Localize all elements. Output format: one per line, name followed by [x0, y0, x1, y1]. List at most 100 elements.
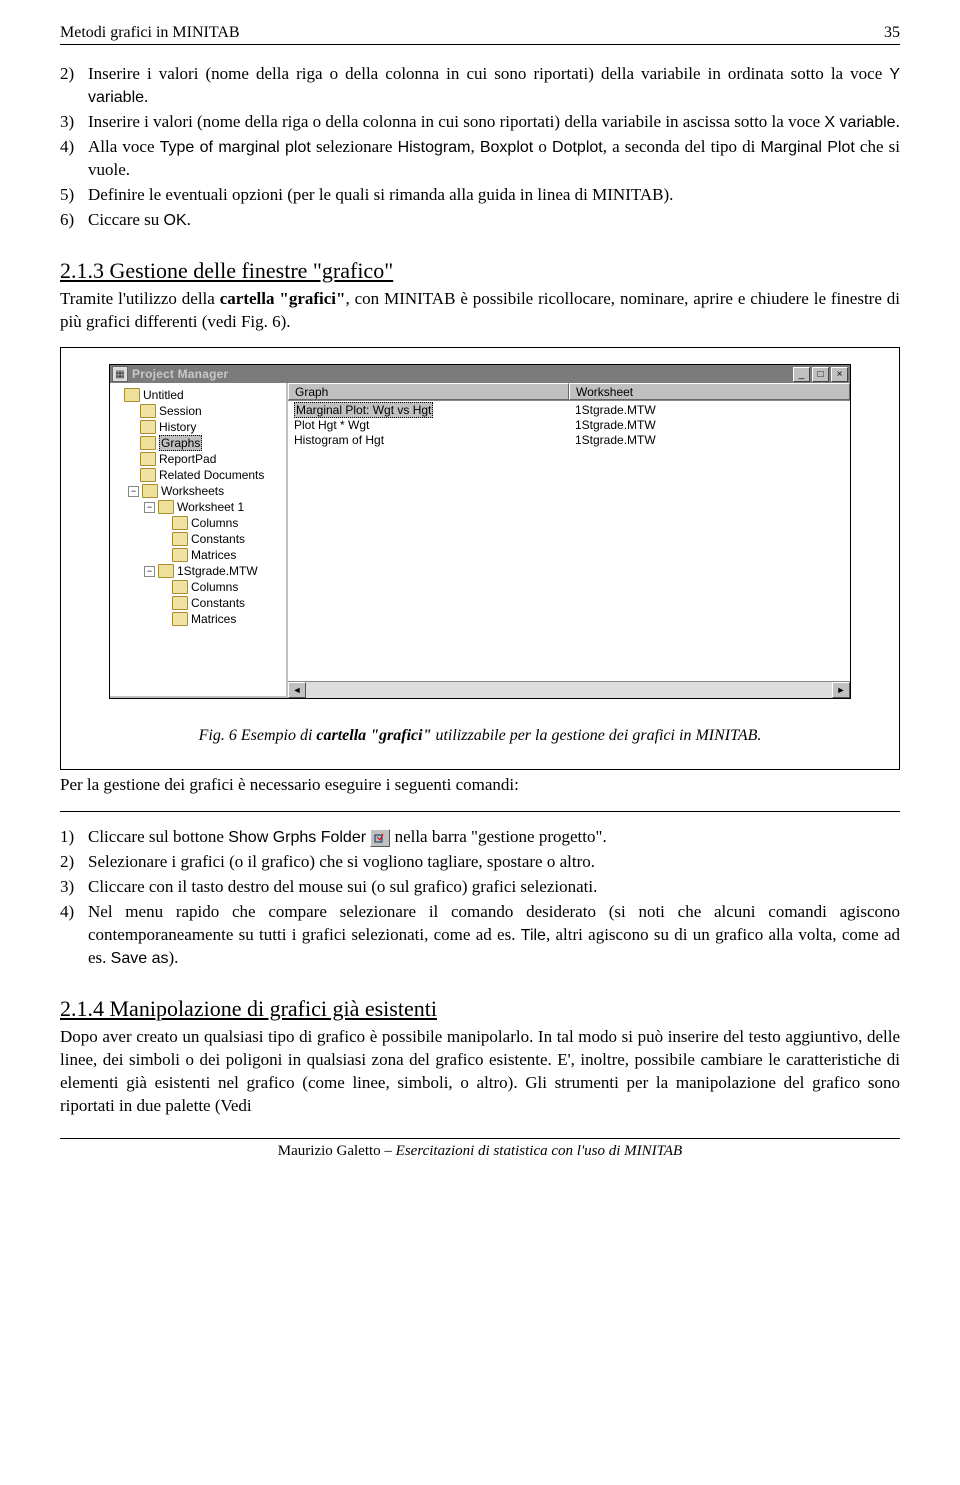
tree-label: Columns [191, 516, 238, 530]
folder-icon [140, 452, 156, 466]
list1-item-3: Inserire i valori (nome della riga o del… [88, 111, 900, 134]
folder-icon [140, 420, 156, 434]
tree-item[interactable]: Matrices [112, 611, 284, 627]
tree-label: ReportPad [159, 452, 216, 466]
show-graphs-folder-icon[interactable] [370, 829, 390, 847]
tree-label: Columns [191, 580, 238, 594]
tree-label: Constants [191, 596, 245, 610]
list1-item-2: Inserire i valori (nome della riga o del… [88, 63, 900, 109]
tree-item[interactable]: Session [112, 403, 284, 419]
graph-name: Marginal Plot: Wgt vs Hgt [294, 402, 433, 418]
section-214-title: 2.1.4 Manipolazione di grafici già esist… [60, 996, 900, 1022]
scroll-right-button[interactable]: ► [832, 682, 850, 698]
tree-label: Session [159, 404, 202, 418]
tree-item[interactable]: Columns [112, 515, 284, 531]
tree-label: Untitled [143, 388, 184, 402]
tree-label: 1Stgrade.MTW [177, 564, 258, 578]
app-icon: ▦ [112, 366, 128, 382]
folder-icon [142, 484, 158, 498]
section-214-paragraph: Dopo aver creato un qualsiasi tipo di gr… [60, 1026, 900, 1118]
tree-item[interactable]: Constants [112, 595, 284, 611]
expand-icon[interactable] [160, 599, 169, 608]
folder-icon [140, 404, 156, 418]
list2-item-4: Nel menu rapido che compare selezionare … [88, 901, 900, 970]
folder-icon [124, 388, 140, 402]
expand-icon[interactable] [128, 407, 137, 416]
scroll-left-button[interactable]: ◄ [288, 682, 306, 698]
list1-item-6: Ciccare su OK. [88, 209, 900, 232]
expand-icon[interactable] [128, 455, 137, 464]
expand-icon[interactable] [128, 423, 137, 432]
page-footer: Maurizio Galetto – Esercitazioni di stat… [60, 1138, 900, 1160]
tree-item[interactable]: ReportPad [112, 451, 284, 467]
list1-item-5: Definire le eventuali opzioni (per le qu… [88, 184, 900, 207]
tree-item[interactable]: −Worksheets [112, 483, 284, 499]
figure-6-caption: Fig. 6 Esempio di cartella "grafici" uti… [71, 727, 889, 745]
folder-icon [172, 532, 188, 546]
maximize-button[interactable]: □ [812, 367, 829, 382]
tree-item[interactable]: − 1Stgrade.MTW [112, 563, 284, 579]
list2-item-3: Cliccare con il tasto destro del mouse s… [88, 876, 900, 899]
worksheet-name: 1Stgrade.MTW [569, 433, 850, 448]
list-row[interactable]: Plot Hgt * Wgt1Stgrade.MTW [288, 418, 850, 433]
collapse-icon[interactable]: − [144, 566, 155, 577]
page-number: 35 [884, 24, 900, 42]
col-graph[interactable]: Graph [288, 383, 569, 400]
project-manager-window: ▦ Project Manager _ □ × Untitled Session… [109, 364, 851, 699]
folder-icon [172, 612, 188, 626]
folder-icon [158, 564, 174, 578]
list-row[interactable]: Marginal Plot: Wgt vs Hgt 1Stgrade.MTW [288, 403, 850, 418]
horizontal-scrollbar[interactable]: ◄ ► [288, 681, 850, 698]
expand-icon[interactable] [128, 439, 137, 448]
tree-item[interactable]: Related Documents [112, 467, 284, 483]
expand-icon[interactable] [112, 391, 121, 400]
header-title: Metodi grafici in MINITAB [60, 24, 240, 42]
col-worksheet[interactable]: Worksheet [569, 383, 850, 400]
folder-icon [172, 580, 188, 594]
expand-icon[interactable] [160, 551, 169, 560]
tree-item[interactable]: History [112, 419, 284, 435]
worksheet-name: 1Stgrade.MTW [569, 418, 850, 433]
list-row[interactable]: Histogram of Hgt 1Stgrade.MTW [288, 433, 850, 448]
expand-icon[interactable] [160, 583, 169, 592]
expand-icon[interactable] [160, 519, 169, 528]
tree-label: Matrices [191, 612, 236, 626]
folder-icon [172, 596, 188, 610]
collapse-icon[interactable]: − [144, 502, 155, 513]
list2-item-2: Selezionare i grafici (o il grafico) che… [88, 851, 900, 874]
folder-icon [172, 548, 188, 562]
worksheet-name: 1Stgrade.MTW [569, 403, 850, 418]
list-header: Graph Worksheet [288, 383, 850, 401]
expand-icon[interactable] [160, 535, 169, 544]
page-header: Metodi grafici in MINITAB 35 [60, 24, 900, 45]
folder-icon [172, 516, 188, 530]
expand-icon[interactable] [160, 615, 169, 624]
tree-item[interactable]: Untitled [112, 387, 284, 403]
expand-icon[interactable] [128, 471, 137, 480]
tree-item[interactable]: Columns [112, 579, 284, 595]
folder-tree[interactable]: Untitled Session History Graphs ReportPa… [110, 383, 288, 698]
folder-icon [140, 436, 156, 450]
section-213-paragraph: Tramite l'utilizzo della cartella "grafi… [60, 288, 900, 334]
tree-label: Related Documents [159, 468, 264, 482]
paragraph-commands: Per la gestione dei grafici è necessario… [60, 774, 900, 797]
list1-item-4: Alla voce Type of marginal plot selezion… [88, 136, 900, 182]
tree-label: Constants [191, 532, 245, 546]
tree-item[interactable]: Graphs [112, 435, 284, 451]
tree-label: History [159, 420, 196, 434]
minimize-button[interactable]: _ [793, 367, 810, 382]
instruction-list-1: 2)Inserire i valori (nome della riga o d… [60, 63, 900, 232]
graph-list[interactable]: Marginal Plot: Wgt vs Hgt 1Stgrade.MTWPlo… [288, 401, 850, 681]
folder-icon [140, 468, 156, 482]
collapse-icon[interactable]: − [128, 486, 139, 497]
folder-icon [158, 500, 174, 514]
tree-item[interactable]: −Worksheet 1 [112, 499, 284, 515]
close-button[interactable]: × [831, 367, 848, 382]
tree-item[interactable]: Matrices [112, 547, 284, 563]
graph-name: Histogram of Hgt [294, 433, 384, 447]
list2-item-1: Cliccare sul bottone Show Grphs Folder n… [88, 826, 900, 849]
section-213-title: 2.1.3 Gestione delle finestre "grafico" [60, 258, 900, 284]
window-titlebar[interactable]: ▦ Project Manager _ □ × [110, 365, 850, 383]
tree-item[interactable]: Constants [112, 531, 284, 547]
divider [60, 811, 900, 812]
